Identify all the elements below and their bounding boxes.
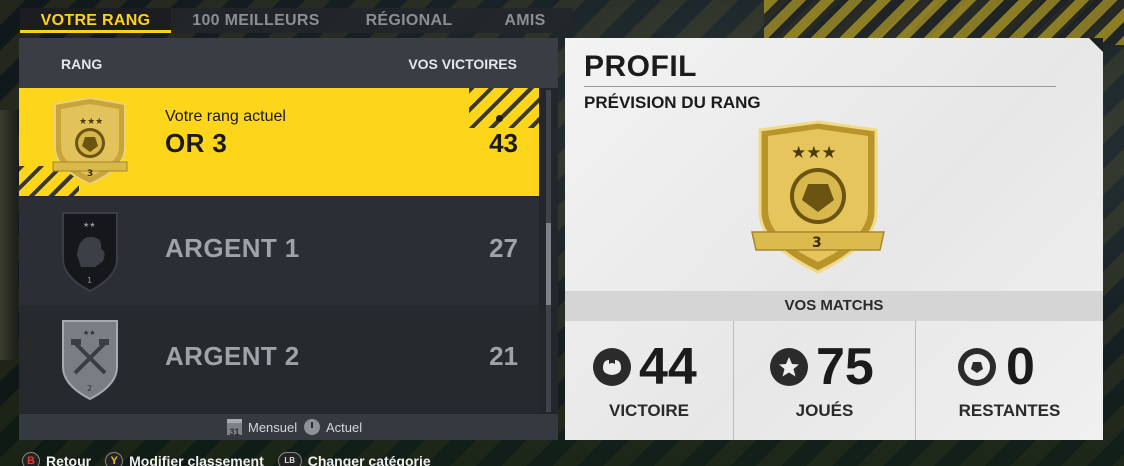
bumper-buttons-icon: LB RB xyxy=(277,452,302,466)
rank-list-footer: 31 Mensuel Actuel xyxy=(19,414,558,440)
tab-bar: VOTRE RANG 100 MEILLEURS RÉGIONAL AMIS xyxy=(20,8,573,33)
tab-votre-rang[interactable]: VOTRE RANG xyxy=(20,8,171,33)
stat-label: RESTANTES xyxy=(958,401,1061,420)
filter-monthly[interactable]: 31 Mensuel xyxy=(227,419,298,437)
rank-forecast-title: PRÉVISION DU RANG xyxy=(584,93,761,112)
tab-regional[interactable]: RÉGIONAL xyxy=(341,8,477,33)
tab-100-meilleurs[interactable]: 100 MEILLEURS xyxy=(171,8,341,33)
silver-hammer-badge-icon: ★★ 2 xyxy=(62,320,118,401)
hint-label: Modifier classement xyxy=(129,453,264,466)
title-divider xyxy=(584,86,1056,87)
tab-amis[interactable]: AMIS xyxy=(477,8,573,33)
rank-row-current[interactable]: ★★★ 3 Votre rang actuel OR 3 43 xyxy=(19,88,539,196)
hint-change-category[interactable]: LB RB Changer catégorie xyxy=(277,452,431,466)
filter-current-label: Actuel xyxy=(326,419,363,435)
controller-hints: B Retour Y Modifier classement LB RB Cha… xyxy=(22,452,431,466)
rank-name: ARGENT 1 xyxy=(165,233,300,263)
calendar-icon: 31 xyxy=(227,419,242,437)
badge-number: 2 xyxy=(87,384,92,393)
profile-panel: PROFIL PRÉVISION DU RANG ★★★ 3 VOS MATCH… xyxy=(565,38,1103,440)
rank-name: ARGENT 2 xyxy=(165,341,300,371)
stat-value: 44 xyxy=(639,338,697,396)
rank-wins: 43 xyxy=(489,128,518,158)
hint-label: Changer catégorie xyxy=(307,453,431,466)
badge-number: 3 xyxy=(812,235,822,251)
rank-list-panel: RANG VOS VICTOIRES ★★★ 3 Votre rang actu… xyxy=(19,38,558,440)
stat-played: 75 JOUÉS xyxy=(733,321,915,440)
matches-title: VOS MATCHS xyxy=(565,291,1103,321)
rank-name: OR 3 xyxy=(165,128,228,158)
header-rank: RANG xyxy=(61,56,103,72)
badge-number: 3 xyxy=(87,169,93,179)
profile-title: PROFIL xyxy=(584,50,697,83)
stat-victories: 44 VICTOIRE xyxy=(565,321,733,440)
clock-icon xyxy=(304,419,320,435)
stat-label: JOUÉS xyxy=(795,401,854,420)
dark-lion-badge-icon: ★★ 1 xyxy=(62,212,118,293)
scrollbar-thumb[interactable] xyxy=(546,223,551,305)
y-button-icon: Y xyxy=(105,452,124,466)
svg-text:★★★: ★★★ xyxy=(79,117,103,127)
svg-text:★★: ★★ xyxy=(83,221,96,229)
hint-back[interactable]: B Retour xyxy=(22,452,91,466)
stadium-edge xyxy=(0,110,18,360)
indicator-dot xyxy=(496,115,503,122)
stat-remaining: 0 RESTANTES xyxy=(915,321,1103,440)
svg-text:★★: ★★ xyxy=(83,329,96,337)
current-rank-caption: Votre rang actuel xyxy=(165,108,286,125)
gold-rank-badge-icon: ★★★ 3 xyxy=(751,120,885,274)
rank-row[interactable]: ★★ 2 ARGENT 2 21 xyxy=(19,305,539,413)
stat-label: VICTOIRE xyxy=(609,401,689,420)
rank-list-header: RANG VOS VICTOIRES xyxy=(19,38,558,88)
rank-wins: 27 xyxy=(489,233,518,263)
soccer-ball-icon xyxy=(958,348,996,386)
muscle-icon xyxy=(593,348,631,386)
decor-stripes xyxy=(469,88,539,128)
badge-number: 1 xyxy=(87,276,92,285)
star-icon xyxy=(770,348,808,386)
rank-row[interactable]: ★★ 1 ARGENT 1 27 xyxy=(19,197,539,305)
svg-text:★★★: ★★★ xyxy=(791,143,837,163)
filter-current[interactable]: Actuel xyxy=(304,419,362,435)
b-button-icon: B xyxy=(22,452,40,466)
stat-value: 0 xyxy=(1006,338,1035,396)
hint-label: Retour xyxy=(46,453,92,466)
rank-wins: 21 xyxy=(489,341,518,371)
stat-value: 75 xyxy=(816,338,874,396)
panel-corner xyxy=(1089,38,1103,52)
filter-monthly-label: Mensuel xyxy=(248,419,298,435)
hint-modify-ranking[interactable]: Y Modifier classement xyxy=(105,452,264,466)
match-stats: 44 VICTOIRE 75 JOUÉS 0 RESTANTES xyxy=(565,321,1103,440)
header-wins: VOS VICTOIRES xyxy=(408,56,517,72)
gold-rank-badge-icon: ★★★ 3 xyxy=(52,96,128,186)
